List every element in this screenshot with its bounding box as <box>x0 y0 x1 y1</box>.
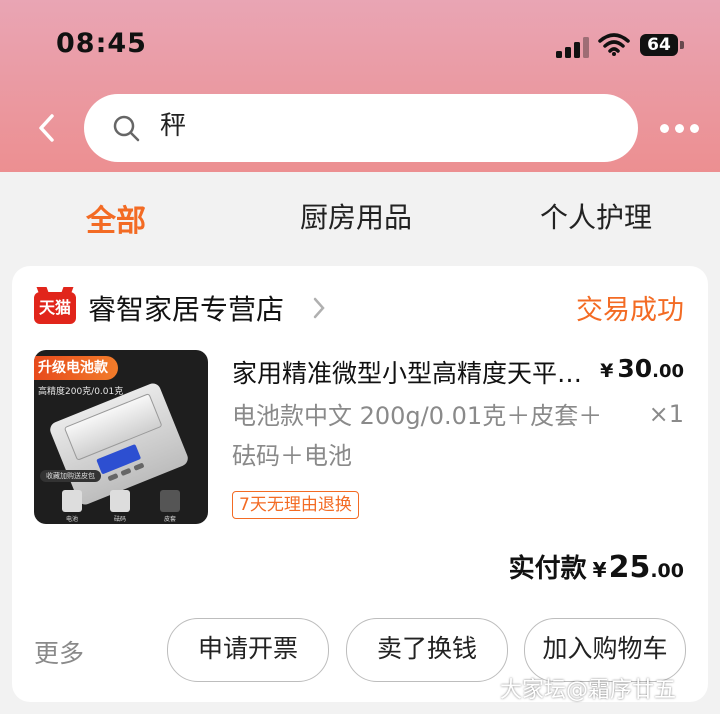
battery-indicator: 64 <box>640 34 678 56</box>
battery-tip <box>680 41 684 49</box>
scale-illustration <box>47 381 191 507</box>
resell-button[interactable]: 卖了换钱 <box>346 618 508 682</box>
image-strip: 收藏加购送皮包 <box>40 470 101 482</box>
price-int: 30 <box>617 354 653 383</box>
product-spec: 电池款中文 200g/0.01克＋皮套＋砝码＋电池 <box>232 402 603 470</box>
order-status: 交易成功 <box>576 295 684 326</box>
product-quantity: ×1 <box>648 400 684 428</box>
back-icon[interactable] <box>32 112 64 144</box>
image-icon-label: 砝码 <box>114 516 127 523</box>
more-options-icon[interactable] <box>660 124 700 136</box>
wifi-icon <box>598 33 630 56</box>
tab-personal-care[interactable]: 个人护理 <box>540 196 652 236</box>
category-tabs: 全部 厨房用品 个人护理 <box>0 172 720 260</box>
battery-thumb-icon <box>62 490 82 512</box>
product-image[interactable]: 升级电池款 高精度200克/0.01克 收藏加购送皮包 电池 砝码 皮套 <box>34 350 208 524</box>
case-thumb-icon <box>160 490 180 512</box>
image-banner: 升级电池款 <box>34 356 118 380</box>
more-link[interactable]: 更多 <box>34 634 84 670</box>
image-subtitle: 高精度200克/0.01克 <box>38 387 124 397</box>
return-policy-tag: 7天无理由退换 <box>232 491 359 519</box>
header: 08:45 64 秤 <box>0 0 720 172</box>
paid-label: 实付款 <box>508 554 587 584</box>
order-card[interactable]: 天猫 睿智家居专营店 交易成功 升级电池款 高精度200克/0.01克 收藏加购… <box>12 266 708 702</box>
request-invoice-button[interactable]: 申请开票 <box>167 618 329 682</box>
chevron-right-icon[interactable] <box>312 296 326 320</box>
tab-kitchen[interactable]: 厨房用品 <box>300 196 412 236</box>
search-query: 秤 <box>160 111 187 141</box>
status-time: 08:45 <box>56 28 147 59</box>
product-title[interactable]: 家用精准微型小型高精度天平电子秤 <box>232 354 592 390</box>
shop-name[interactable]: 睿智家居专营店 <box>88 288 284 328</box>
tab-all[interactable]: 全部 <box>86 196 146 240</box>
signal-icon <box>556 36 590 58</box>
price-symbol: ¥ <box>600 360 614 382</box>
paid-symbol: ¥ <box>592 558 607 582</box>
image-icon-label: 皮套 <box>164 516 177 523</box>
image-icon-label: 电池 <box>66 516 79 523</box>
weight-thumb-icon <box>110 490 130 512</box>
search-input[interactable]: 秤 <box>84 94 638 162</box>
watermark: 大家坛@霜序廿五 <box>500 678 677 703</box>
tmall-logo: 天猫 <box>34 292 76 324</box>
paid-dec: .00 <box>650 560 684 582</box>
price-dec: .00 <box>652 361 684 382</box>
product-price: ¥30.00 <box>600 354 684 383</box>
search-icon <box>113 115 140 142</box>
paid-int: 25 <box>608 550 651 585</box>
paid-total: 实付款 ¥25.00 <box>509 548 684 585</box>
